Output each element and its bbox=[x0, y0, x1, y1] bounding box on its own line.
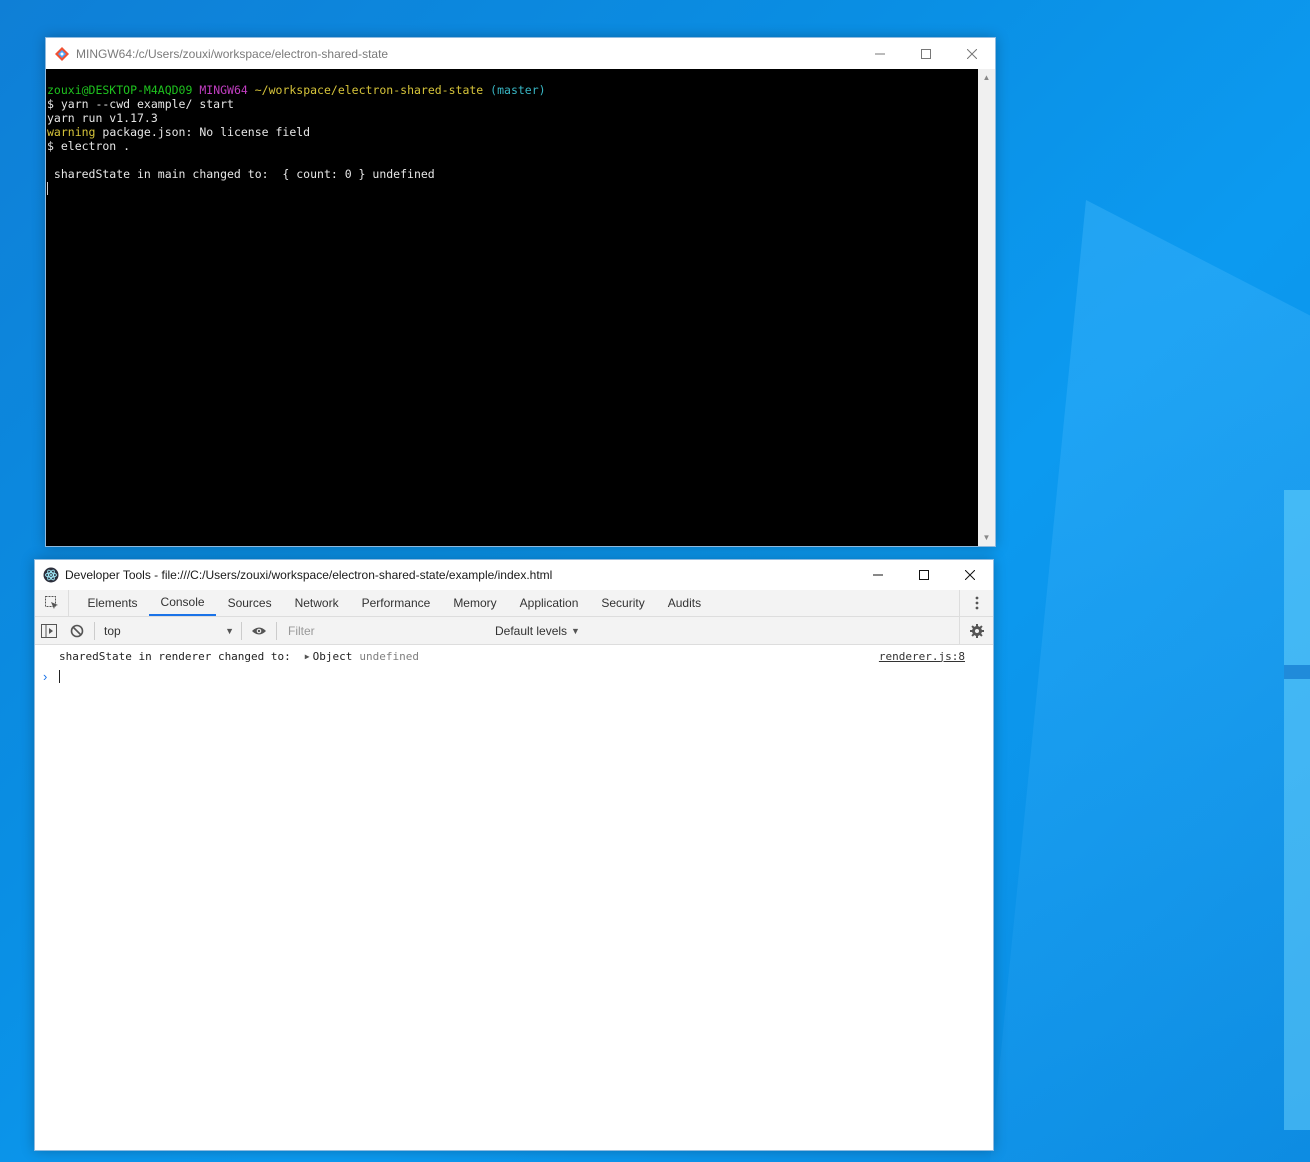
console-output[interactable]: sharedState in renderer changed to: ▶ Ob… bbox=[35, 645, 993, 1150]
chevron-down-icon: ▼ bbox=[571, 625, 580, 636]
prompt-user: zouxi@DESKTOP-M4AQD09 bbox=[47, 83, 193, 97]
kebab-menu-icon bbox=[975, 596, 978, 610]
sidebar-toggle-icon bbox=[41, 623, 57, 638]
console-settings-button[interactable] bbox=[959, 617, 993, 644]
tab-network[interactable]: Network bbox=[283, 590, 350, 616]
gear-icon bbox=[969, 623, 984, 638]
minimize-icon bbox=[875, 53, 885, 54]
console-prompt[interactable]: › bbox=[35, 667, 993, 685]
eye-icon bbox=[252, 627, 266, 634]
close-icon bbox=[967, 48, 977, 59]
toolbar-divider bbox=[241, 621, 242, 640]
toggle-sidebar-button[interactable] bbox=[35, 617, 63, 644]
tab-audits[interactable]: Audits bbox=[656, 590, 712, 616]
clear-console-icon bbox=[70, 624, 84, 637]
tab-performance[interactable]: Performance bbox=[350, 590, 442, 616]
console-toolbar: top ▼ Filter Default levels ▼ bbox=[35, 617, 993, 645]
filter-input[interactable]: Filter bbox=[280, 624, 495, 638]
toolbar-divider bbox=[276, 621, 277, 640]
terminal-line: $ yarn --cwd example/ start bbox=[47, 97, 234, 111]
close-button[interactable] bbox=[947, 560, 993, 590]
terminal-window[interactable]: MINGW64:/c/Users/zouxi/workspace/electro… bbox=[45, 37, 996, 547]
console-message-text: sharedState in renderer changed to: bbox=[59, 649, 291, 663]
context-selector[interactable]: top ▼ bbox=[98, 624, 238, 638]
devtools-titlebar[interactable]: Developer Tools - file:///C:/Users/zouxi… bbox=[35, 560, 993, 590]
terminal-cursor bbox=[47, 182, 48, 195]
scroll-down-icon[interactable]: ▼ bbox=[978, 529, 995, 546]
source-link[interactable]: renderer.js:8 bbox=[879, 650, 965, 663]
terminal-output[interactable]: zouxi@DESKTOP-M4AQD09 MINGW64 ~/workspac… bbox=[46, 69, 978, 546]
console-input-caret bbox=[59, 669, 60, 683]
object-expander[interactable]: ▶ Object bbox=[305, 650, 353, 663]
clear-console-button[interactable] bbox=[63, 617, 91, 644]
git-bash-icon bbox=[55, 46, 69, 61]
object-label: Object bbox=[312, 649, 353, 663]
inspect-element-button[interactable] bbox=[35, 590, 69, 616]
desktop-wallpaper-pane bbox=[1284, 490, 1310, 1130]
terminal-titlebar[interactable]: MINGW64:/c/Users/zouxi/workspace/electro… bbox=[46, 38, 995, 69]
context-selector-value: top bbox=[104, 623, 121, 638]
maximize-button[interactable] bbox=[903, 38, 949, 69]
terminal-title: MINGW64:/c/Users/zouxi/workspace/electro… bbox=[76, 46, 389, 61]
prompt-env: MINGW64 bbox=[199, 83, 248, 97]
maximize-icon bbox=[919, 570, 929, 580]
expand-triangle-icon: ▶ bbox=[304, 651, 310, 661]
prompt-path: ~/workspace/electron-shared-state bbox=[254, 83, 484, 97]
tab-application[interactable]: Application bbox=[508, 590, 590, 616]
tab-memory[interactable]: Memory bbox=[442, 590, 508, 616]
prompt-chevron-icon: › bbox=[43, 668, 48, 684]
close-button[interactable] bbox=[949, 38, 995, 69]
undefined-value: undefined bbox=[359, 649, 419, 663]
live-expression-button[interactable] bbox=[245, 617, 273, 644]
maximize-button[interactable] bbox=[901, 560, 947, 590]
desktop-wallpaper-light bbox=[990, 200, 1310, 1162]
minimize-button[interactable] bbox=[855, 560, 901, 590]
devtools-title: Developer Tools - file:///C:/Users/zouxi… bbox=[65, 568, 553, 582]
electron-icon bbox=[43, 567, 59, 583]
desktop-wallpaper-pane-divider bbox=[1284, 665, 1310, 679]
terminal-line: sharedState in main changed to: { count:… bbox=[47, 167, 435, 181]
close-icon bbox=[965, 570, 975, 580]
devtools-window[interactable]: Developer Tools - file:///C:/Users/zouxi… bbox=[34, 559, 994, 1151]
terminal-line: yarn run v1.17.3 bbox=[47, 111, 158, 125]
log-levels-label: Default levels bbox=[495, 623, 568, 638]
maximize-icon bbox=[921, 48, 931, 59]
warning-label: warning bbox=[47, 125, 96, 139]
prompt-branch: (master) bbox=[490, 83, 546, 97]
tab-sources[interactable]: Sources bbox=[216, 590, 283, 616]
devtools-tabbar: Elements Console Sources Network Perform… bbox=[35, 590, 993, 617]
tab-security[interactable]: Security bbox=[590, 590, 656, 616]
console-message: sharedState in renderer changed to: ▶ Ob… bbox=[35, 645, 993, 667]
tab-console[interactable]: Console bbox=[149, 590, 217, 616]
inspect-element-icon bbox=[44, 596, 58, 609]
more-options-button[interactable] bbox=[959, 590, 993, 616]
tab-elements[interactable]: Elements bbox=[76, 590, 149, 616]
minimize-button[interactable] bbox=[857, 38, 903, 69]
terminal-scrollbar[interactable]: ▲ ▼ bbox=[978, 69, 995, 546]
scroll-up-icon[interactable]: ▲ bbox=[978, 69, 995, 86]
terminal-line: package.json: No license field bbox=[95, 125, 311, 139]
chevron-down-icon: ▼ bbox=[225, 625, 234, 636]
toolbar-divider bbox=[94, 621, 95, 640]
terminal-line: $ electron . bbox=[47, 139, 131, 153]
minimize-icon bbox=[873, 574, 883, 576]
log-levels-dropdown[interactable]: Default levels ▼ bbox=[495, 624, 580, 638]
